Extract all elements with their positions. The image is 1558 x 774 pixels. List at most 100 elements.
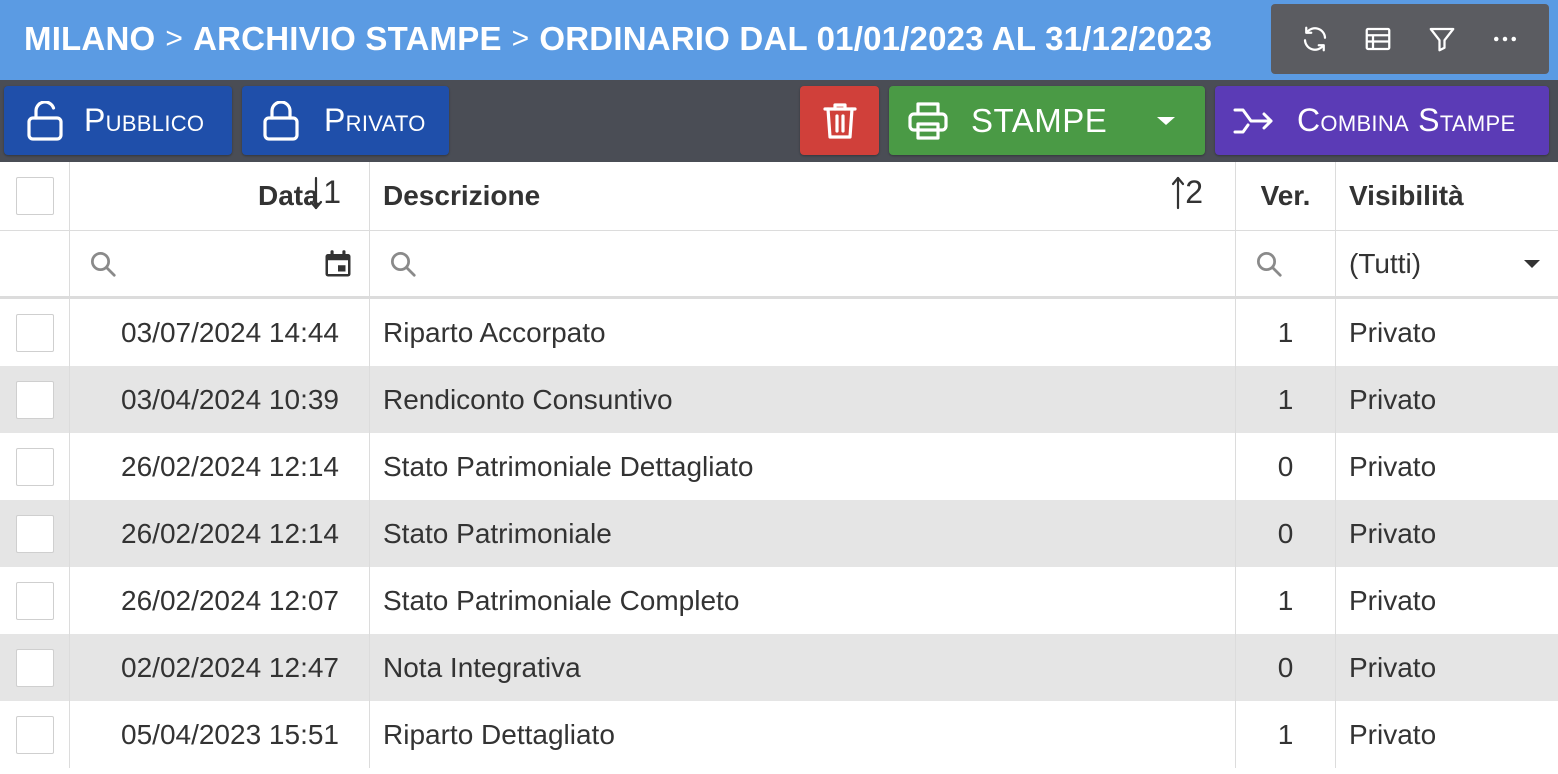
breadcrumb: MILANO > ARCHIVIO STAMPE > ORDINARIO DAL…: [24, 16, 1212, 62]
cell-date: 03/04/2024 10:39: [70, 366, 370, 433]
delete-button[interactable]: [800, 86, 879, 155]
column-chooser-button[interactable]: [1356, 17, 1400, 61]
combina-stampe-button[interactable]: Combina Stampe: [1215, 86, 1549, 155]
combina-stampe-label: Combina Stampe: [1297, 102, 1516, 138]
table-row[interactable]: 03/04/2024 10:39 Rendiconto Consuntivo 1…: [0, 366, 1558, 433]
cell-version: 0: [1236, 433, 1336, 500]
column-header-descrizione[interactable]: Descrizione 2: [370, 162, 1236, 230]
more-button[interactable]: [1483, 17, 1527, 61]
refresh-button[interactable]: [1293, 17, 1337, 61]
filter-icon: [1429, 27, 1455, 52]
page-header: MILANO > ARCHIVIO STAMPE > ORDINARIO DAL…: [0, 0, 1558, 80]
cell-description: Riparto Accorpato: [370, 299, 1236, 366]
cell-visibility: Privato: [1349, 450, 1437, 482]
row-select-cell: [0, 701, 70, 768]
row-select-cell: [0, 366, 70, 433]
row-select-cell: [0, 634, 70, 701]
table-row[interactable]: 26/02/2024 12:07 Stato Patrimoniale Comp…: [0, 567, 1558, 634]
column-header-label: Descrizione: [383, 180, 541, 211]
stampe-label: STAMPE: [971, 101, 1108, 139]
privato-button[interactable]: Privato: [242, 86, 449, 155]
column-header-visibilita[interactable]: Visibilità: [1336, 162, 1558, 230]
table-row[interactable]: 02/02/2024 12:47 Nota Integrativa 0 Priv…: [0, 634, 1558, 701]
cell-description: Stato Patrimoniale Dettagliato: [370, 433, 1236, 500]
documents-table: Data 1 Descrizione 2 Ver. Visibilità (Tu…: [0, 162, 1558, 774]
row-checkbox[interactable]: [15, 313, 54, 352]
sort-order: 1: [323, 174, 341, 210]
calendar-icon[interactable]: [323, 249, 353, 279]
cell-version: 1: [1236, 299, 1336, 366]
breadcrumb-item-archivio[interactable]: ARCHIVIO STAMPE: [193, 20, 502, 58]
row-select-cell: [0, 299, 70, 366]
cell-description: Riparto Dettagliato: [370, 701, 1236, 768]
sort-indicator-descrizione: 2: [1171, 174, 1203, 211]
search-icon: [91, 251, 116, 277]
cell-date: 26/02/2024 12:14: [70, 433, 370, 500]
cell-version: 1: [1236, 366, 1336, 433]
action-toolbar: Pubblico Privato STAMPE Combina Stampe: [0, 80, 1558, 162]
cell-date: 26/02/2024 12:07: [70, 567, 370, 634]
column-header-data[interactable]: Data 1: [70, 162, 370, 230]
table-header-row: Data 1 Descrizione 2 Ver. Visibilità: [0, 162, 1558, 231]
sort-order: 2: [1185, 174, 1203, 210]
date-filter[interactable]: [70, 231, 370, 296]
cell-date: 26/02/2024 12:14: [70, 500, 370, 567]
select-all-cell: [0, 162, 70, 230]
cell-visibility: Privato: [1349, 383, 1437, 415]
cell-description: Stato Patrimoniale: [370, 500, 1236, 567]
table-row[interactable]: 05/04/2023 15:51 Riparto Dettagliato 1 P…: [0, 701, 1558, 768]
table-icon: [1365, 27, 1391, 51]
trash-icon: [822, 102, 857, 139]
column-header-ver[interactable]: Ver.: [1236, 162, 1336, 230]
unlock-icon: [27, 100, 63, 141]
cell-date: 02/02/2024 12:47: [70, 634, 370, 701]
filter-button[interactable]: [1420, 17, 1464, 61]
row-checkbox[interactable]: [15, 715, 54, 754]
lock-icon: [263, 100, 299, 141]
search-icon: [1257, 251, 1282, 277]
breadcrumb-item-period: ORDINARIO DAL 01/01/2023 AL 31/12/2023: [539, 20, 1213, 57]
breadcrumb-separator: >: [511, 22, 530, 55]
table-row[interactable]: 26/02/2024 12:14 Stato Patrimoniale 0 Pr…: [0, 500, 1558, 567]
cell-visibility: Privato: [1349, 517, 1437, 549]
cell-visibility: Privato: [1349, 584, 1437, 616]
cell-date: 05/04/2023 15:51: [70, 701, 370, 768]
row-checkbox[interactable]: [15, 447, 54, 486]
version-filter[interactable]: [1236, 231, 1336, 296]
cell-description: Rendiconto Consuntivo: [370, 366, 1236, 433]
row-checkbox[interactable]: [15, 380, 54, 419]
cell-version: 0: [1236, 634, 1336, 701]
breadcrumb-item-milano[interactable]: MILANO: [24, 20, 155, 58]
header-toolbar: [1271, 4, 1549, 74]
description-filter[interactable]: [370, 231, 1236, 296]
filter-row: (Tutti): [0, 231, 1558, 299]
cell-date: 03/07/2024 14:44: [70, 299, 370, 366]
refresh-icon: [1303, 26, 1326, 52]
chevron-down-icon: [1157, 116, 1176, 125]
chevron-down-icon: [1524, 259, 1540, 268]
cell-version: 0: [1236, 500, 1336, 567]
row-checkbox[interactable]: [15, 648, 54, 687]
stampe-dropdown-button[interactable]: STAMPE: [889, 86, 1205, 155]
pubblico-button[interactable]: Pubblico: [4, 86, 232, 155]
sort-descending-icon: [310, 176, 323, 209]
column-header-label: Ver.: [1260, 180, 1311, 211]
merge-arrow-icon: [1233, 108, 1273, 133]
cell-description: Nota Integrativa: [370, 634, 1236, 701]
sort-indicator-data: 1: [309, 174, 341, 211]
cell-description: Stato Patrimoniale Completo: [370, 567, 1236, 634]
cell-version: 1: [1236, 701, 1336, 768]
row-checkbox[interactable]: [15, 514, 54, 553]
table-row[interactable]: 26/02/2024 12:14 Stato Patrimoniale Dett…: [0, 433, 1558, 500]
row-checkbox[interactable]: [15, 581, 54, 620]
filter-cell-empty: [0, 231, 70, 296]
select-all-checkbox[interactable]: [15, 177, 54, 215]
cell-visibility: Privato: [1349, 718, 1437, 750]
cell-visibility: Privato: [1349, 651, 1437, 683]
visibility-filter-select[interactable]: (Tutti): [1336, 231, 1558, 296]
visibility-filter-value: (Tutti): [1349, 247, 1422, 279]
table-row[interactable]: 03/07/2024 14:44 Riparto Accorpato 1 Pri…: [0, 299, 1558, 366]
more-icon: [1494, 36, 1517, 42]
row-select-cell: [0, 433, 70, 500]
privato-label: Privato: [324, 102, 426, 138]
